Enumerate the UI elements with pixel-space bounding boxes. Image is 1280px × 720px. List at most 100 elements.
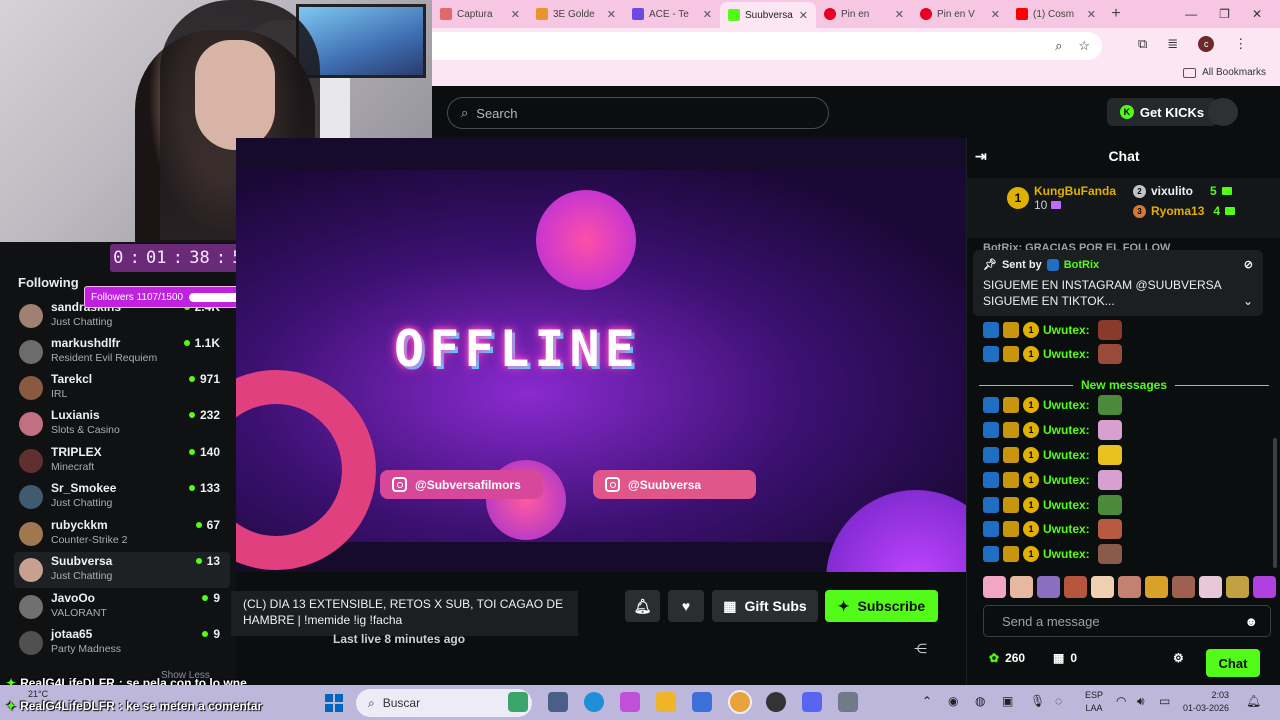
chat-message[interactable]: 1 Uwutex: xyxy=(983,470,1122,490)
collapse-chat-icon[interactable]: ⇥ xyxy=(975,148,987,165)
following-channel[interactable]: Sr_Smokee Just Chatting 133 xyxy=(14,479,230,515)
emote[interactable] xyxy=(1199,576,1222,598)
close-icon[interactable]: ✕ xyxy=(1087,8,1096,21)
widgets-icon[interactable] xyxy=(508,692,528,712)
browser-tab[interactable]: ACE - Te ✕ xyxy=(624,3,720,25)
close-icon[interactable]: ✕ xyxy=(703,8,712,21)
notifications-icon[interactable]: 🔔︎ xyxy=(1246,694,1261,708)
user-avatar[interactable] xyxy=(1208,98,1238,126)
chat-username[interactable]: Uwutex: xyxy=(1043,323,1090,337)
battery-icon[interactable]: ▭ xyxy=(1159,694,1170,708)
emote[interactable] xyxy=(1172,576,1195,598)
emote[interactable] xyxy=(1091,576,1114,598)
menu-icon[interactable]: ⋮ xyxy=(1234,36,1247,52)
gift-subs-button[interactable]: ▦ Gift Subs xyxy=(712,590,818,622)
chat-input[interactable]: Send a message ☻ xyxy=(983,605,1271,637)
leaderboard-third[interactable]: 3 Ryoma13 4 xyxy=(1133,204,1236,218)
emote[interactable] xyxy=(1010,576,1033,598)
new-tab-button[interactable]: + xyxy=(1104,5,1128,23)
maximize-icon[interactable]: ❐ xyxy=(1219,7,1230,21)
expand-chevron-icon[interactable]: ⌄ xyxy=(1243,293,1253,309)
chat-username[interactable]: Uwutex: xyxy=(1043,498,1090,512)
tray-discord-icon[interactable]: ◍ xyxy=(975,694,985,708)
chat-username[interactable]: Uwutex: xyxy=(1043,448,1090,462)
following-channel[interactable]: jotaa65 Party Madness 9 xyxy=(14,625,230,661)
system-clock[interactable]: 2:03 01-03-2026 xyxy=(1183,689,1229,715)
language-indicator[interactable]: ESP LAA xyxy=(1085,689,1103,715)
bookmark-star-icon[interactable]: ☆ xyxy=(1078,38,1090,54)
chat-username[interactable]: Uwutex: xyxy=(1043,473,1090,487)
address-input[interactable]: ⌕ ☆ xyxy=(432,32,1102,60)
instagram-link[interactable]: @Subversafilmors xyxy=(380,470,543,499)
pinned-message[interactable]: 📌︎ Sent by BotRix ⊘ SIGUEME EN INSTAGRAM… xyxy=(973,250,1263,316)
minimize-icon[interactable]: — xyxy=(1185,7,1197,21)
instagram-link[interactable]: @Suubversa xyxy=(593,470,756,499)
share-icon[interactable]: ⋲ xyxy=(914,641,927,657)
get-kicks-button[interactable]: K Get KICKs xyxy=(1107,98,1217,126)
close-icon[interactable]: ✕ xyxy=(799,9,808,22)
emote[interactable] xyxy=(1253,576,1276,598)
browser-tab-active[interactable]: Suubversa ✕ xyxy=(720,2,816,28)
browser-tab[interactable]: Pin en V ✕ xyxy=(912,3,1008,25)
chat-message[interactable]: 1 Uwutex: xyxy=(983,445,1122,465)
hide-pin-icon[interactable]: ⊘ xyxy=(1244,258,1253,271)
emote[interactable] xyxy=(983,576,1006,598)
chat-message[interactable]: 1 Uwutex: xyxy=(983,519,1122,539)
following-channel[interactable]: Tarekcl IRL 971 xyxy=(14,370,230,406)
start-button[interactable] xyxy=(325,694,343,712)
channel-points[interactable]: ✿ 260 xyxy=(989,651,1025,665)
emoji-icon[interactable]: ☻ xyxy=(1244,614,1258,629)
wifi-icon[interactable]: ◠ xyxy=(1116,694,1126,708)
chat-settings[interactable]: ⚙ xyxy=(1173,651,1184,665)
emote[interactable] xyxy=(1118,576,1141,598)
following-channel[interactable]: JavoOo VALORANT 9 xyxy=(14,589,230,625)
tray-app-icon[interactable]: ◌ xyxy=(1055,694,1062,708)
task-view-icon[interactable] xyxy=(548,692,568,712)
settings-icon[interactable] xyxy=(838,692,858,712)
close-icon[interactable]: ✕ xyxy=(991,8,1000,21)
chat-message[interactable]: 1 Uwutex: xyxy=(983,395,1122,415)
chat-username[interactable]: Uwutex: xyxy=(1043,522,1090,536)
close-icon[interactable]: ✕ xyxy=(511,8,520,21)
chat-username[interactable]: Uwutex: xyxy=(1043,547,1090,561)
chat-send-button[interactable]: Chat xyxy=(1206,649,1260,677)
video-player[interactable]: OFFLINE @Subversafilmors @Suubversa xyxy=(236,138,966,572)
obs-icon[interactable] xyxy=(766,692,786,712)
chat-username[interactable]: Uwutex: xyxy=(1043,423,1090,437)
tray-app-icon[interactable]: ◉ xyxy=(948,694,958,708)
chrome-icon[interactable] xyxy=(730,692,750,712)
zoom-icon[interactable]: ⌕ xyxy=(1055,38,1062,54)
copilot-icon[interactable] xyxy=(620,692,640,712)
tray-nvidia-icon[interactable]: ▣ xyxy=(1002,694,1013,708)
chat-message[interactable]: 1 Uwutex: xyxy=(983,344,1122,364)
emote[interactable] xyxy=(1145,576,1168,598)
chevron-up-icon[interactable]: ⌃ xyxy=(922,694,932,708)
browser-tab[interactable]: (1) Cosm ✕ xyxy=(1008,3,1104,25)
emote[interactable] xyxy=(1064,576,1087,598)
chat-username[interactable]: Uwutex: xyxy=(1043,398,1090,412)
close-icon[interactable]: ✕ xyxy=(607,8,616,21)
close-window-icon[interactable]: ✕ xyxy=(1252,7,1262,21)
microphone-icon[interactable]: 🎙︎ xyxy=(1030,694,1045,708)
weather-widget[interactable]: 21°C xyxy=(28,689,48,699)
emote[interactable] xyxy=(1037,576,1060,598)
edge-icon[interactable] xyxy=(584,692,604,712)
media-icon[interactable]: ≣ xyxy=(1167,36,1178,52)
following-channel[interactable]: Luxianis Slots & Casino 232 xyxy=(14,406,230,442)
chat-message[interactable]: 1 Uwutex: xyxy=(983,544,1122,564)
following-channel[interactable]: Suubversa Just Chatting 13 xyxy=(14,552,230,588)
close-icon[interactable]: ✕ xyxy=(895,8,904,21)
following-channel[interactable]: markushdlfr Resident Evil Requiem 1.1K xyxy=(14,334,230,370)
discord-icon[interactable] xyxy=(802,692,822,712)
profile-avatar[interactable]: c xyxy=(1198,36,1215,52)
leaderboard-first[interactable]: 1 KungBuFanda 10 xyxy=(1007,184,1116,212)
chat-message[interactable]: 1 Uwutex: xyxy=(983,420,1122,440)
extensions-icon[interactable]: ⧉ xyxy=(1138,36,1147,52)
subscribe-button[interactable]: ✦ Subscribe xyxy=(825,590,938,622)
chat-username[interactable]: Uwutex: xyxy=(1043,347,1090,361)
browser-tab[interactable]: Captura ✕ xyxy=(432,3,528,25)
following-channel[interactable]: rubyckkm Counter-Strike 2 67 xyxy=(14,516,230,552)
gift-count[interactable]: ▦ 0 xyxy=(1053,651,1077,665)
taskbar-search[interactable]: ⌕ Buscar xyxy=(356,689,532,717)
search-input[interactable]: ⌕ Search xyxy=(447,97,829,129)
